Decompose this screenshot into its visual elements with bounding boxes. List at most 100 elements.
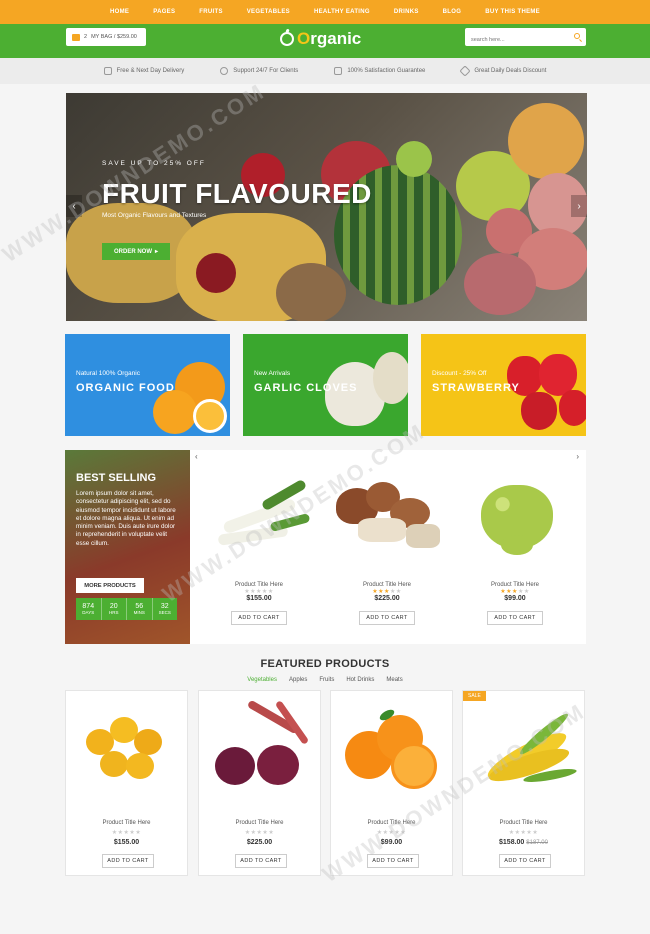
service-label: Support 24/7 For Clients <box>233 68 299 74</box>
more-products-button[interactable]: MORE PRODUCTS <box>76 578 144 593</box>
banner-organic-food[interactable]: Natural 100% Organic ORGANIC FOOD <box>65 334 230 436</box>
product-price: $155.00 <box>113 839 140 846</box>
add-to-cart-button[interactable]: ADD TO CART <box>359 611 415 625</box>
nav-healthy-eating[interactable]: HEALTHY EATING <box>314 9 370 15</box>
chevron-right-icon: › <box>577 200 581 212</box>
countdown-hours: 20 HRS <box>102 598 127 620</box>
star-rating: ★★★★★ <box>500 589 530 595</box>
slider-next-button[interactable]: › <box>571 195 587 217</box>
countdown-value: 56 <box>135 603 144 610</box>
service-support: Support 24/7 For Clients <box>220 67 298 75</box>
service-delivery: Free & Next Day Delivery <box>103 67 185 75</box>
product-title: Product Title Here <box>235 820 284 826</box>
product-price: $155.00 <box>246 595 272 602</box>
product-price-block: $158.00 $187.00 <box>463 839 584 846</box>
nav-fruits[interactable]: FRUITS <box>199 9 222 15</box>
best-selling-text: Lorem ipsum dolor sit amet, consectetur … <box>76 490 176 547</box>
product-card[interactable]: Product Title Here ★★★★★ $225.00 ADD TO … <box>328 480 446 625</box>
header-bar: 2 MY BAG / $259.00 Organic <box>0 24 650 58</box>
product-price: $225.00 <box>374 595 400 602</box>
apple-icon <box>280 32 294 46</box>
star-rating: ★★★★★ <box>372 589 402 595</box>
service-deals: Great Daily Deals Discount <box>459 65 547 77</box>
product-price: $158.00 <box>499 839 525 846</box>
tab-fruits[interactable]: Fruits <box>319 677 334 683</box>
add-to-cart-button[interactable]: ADD TO CART <box>102 854 154 868</box>
cart-count: 2 <box>84 34 88 40</box>
add-to-cart-button[interactable]: ADD TO CART <box>235 854 287 868</box>
banner-garlic-cloves[interactable]: New Arrivals GARLIC CLOVES <box>243 334 408 436</box>
nav-pages[interactable]: PAGES <box>153 9 175 15</box>
banner-subtitle: New Arrivals <box>254 370 291 377</box>
service-label: 100% Satisfaction Guarantee <box>347 68 426 74</box>
tag-icon <box>459 65 472 77</box>
beetroot-image <box>207 699 315 793</box>
nav-buy-theme[interactable]: BUY THIS THEME <box>485 9 540 15</box>
product-title: Product Title Here <box>367 820 416 826</box>
add-to-cart-button[interactable]: ADD TO CART <box>231 611 287 625</box>
tab-hot-drinks[interactable]: Hot Drinks <box>346 677 374 683</box>
banner-strawberry[interactable]: Discount - 25% Off STRAWBERRY <box>421 334 586 436</box>
site-logo[interactable]: Organic <box>280 26 361 52</box>
hero-description: Most Organic Flavours and Textures <box>102 212 207 219</box>
countdown-seconds: 32 SECS <box>153 598 178 620</box>
cart-button[interactable]: 2 MY BAG / $259.00 <box>66 28 146 46</box>
chevron-left-icon[interactable]: ‹ <box>195 452 198 461</box>
star-rating: ★★★★★ <box>111 830 142 836</box>
cart-total: MY BAG / $259.00 <box>91 34 137 40</box>
product-title: Product Title Here <box>499 820 548 826</box>
order-now-label: ORDER NOW <box>113 248 152 255</box>
chevron-right-icon[interactable]: › <box>576 452 579 461</box>
countdown-value: 874 <box>82 603 95 610</box>
slider-prev-button[interactable]: ‹ <box>66 195 82 217</box>
banner-title: ORGANIC FOOD <box>76 382 175 394</box>
star-rating: ★★★★★ <box>244 830 275 836</box>
tab-vegetables[interactable]: Vegetables <box>247 677 277 683</box>
leek-image <box>200 478 318 560</box>
service-label: Free & Next Day Delivery <box>116 68 185 74</box>
hero-subtitle: SAVE UP TO 25% OFF <box>102 160 206 167</box>
logo-letter: O <box>297 29 311 48</box>
featured-product-card[interactable]: SALE Product Title Here ★★★★★ $158.00 $1… <box>462 690 585 876</box>
chevron-left-icon: ‹ <box>72 200 76 212</box>
search-icon[interactable] <box>574 33 580 39</box>
search-box <box>465 28 586 49</box>
tab-apples[interactable]: Apples <box>289 677 307 683</box>
add-to-cart-button[interactable]: ADD TO CART <box>499 854 551 868</box>
product-price: $99.00 <box>380 839 403 846</box>
tab-meats[interactable]: Meats <box>386 677 402 683</box>
mushroom-image <box>328 480 446 560</box>
product-title: Product Title Here <box>102 820 151 826</box>
featured-product-card[interactable]: Product Title Here ★★★★★ $225.00 ADD TO … <box>198 690 321 876</box>
best-selling-products: ‹ › Product Title Here ★★★★★ $155.00 ADD… <box>190 450 586 644</box>
banner-subtitle: Discount - 25% Off <box>432 370 487 377</box>
order-now-button[interactable]: ORDER NOW ▸ <box>102 243 170 260</box>
featured-product-card[interactable]: Product Title Here ★★★★★ $155.00 ADD TO … <box>65 690 188 876</box>
nav-vegetables[interactable]: VEGETABLES <box>247 9 290 15</box>
product-card[interactable]: Product Title Here ★★★★★ $99.00 ADD TO C… <box>456 480 574 625</box>
tomato-image <box>80 709 176 793</box>
star-rating: ★★★★★ <box>508 830 539 836</box>
search-input[interactable] <box>465 31 565 49</box>
thumbs-up-icon <box>334 67 343 75</box>
strawberry-image <box>559 390 586 426</box>
countdown-value: 20 <box>109 603 118 610</box>
product-price: $99.00 <box>504 595 526 602</box>
nav-home[interactable]: HOME <box>110 9 129 15</box>
product-card[interactable]: Product Title Here ★★★★★ $155.00 ADD TO … <box>200 478 318 625</box>
star-rating: ★★★★★ <box>244 589 274 595</box>
add-to-cart-button[interactable]: ADD TO CART <box>367 854 419 868</box>
countdown-label: MINS <box>133 610 145 615</box>
corn-image <box>473 710 578 795</box>
service-label: Great Daily Deals Discount <box>474 68 547 74</box>
countdown-value: 32 <box>160 603 169 610</box>
countdown-label: DAYS <box>82 610 95 615</box>
countdown-label: HRS <box>108 610 119 615</box>
headset-icon <box>220 67 229 75</box>
nav-drinks[interactable]: DRINKS <box>394 9 419 15</box>
add-to-cart-button[interactable]: ADD TO CART <box>487 611 543 625</box>
nav-blog[interactable]: BLOG <box>443 9 462 15</box>
product-price: $225.00 <box>246 839 273 846</box>
best-selling-panel: BEST SELLING Lorem ipsum dolor sit amet,… <box>65 450 190 644</box>
featured-product-card[interactable]: Product Title Here ★★★★★ $99.00 ADD TO C… <box>330 690 453 876</box>
